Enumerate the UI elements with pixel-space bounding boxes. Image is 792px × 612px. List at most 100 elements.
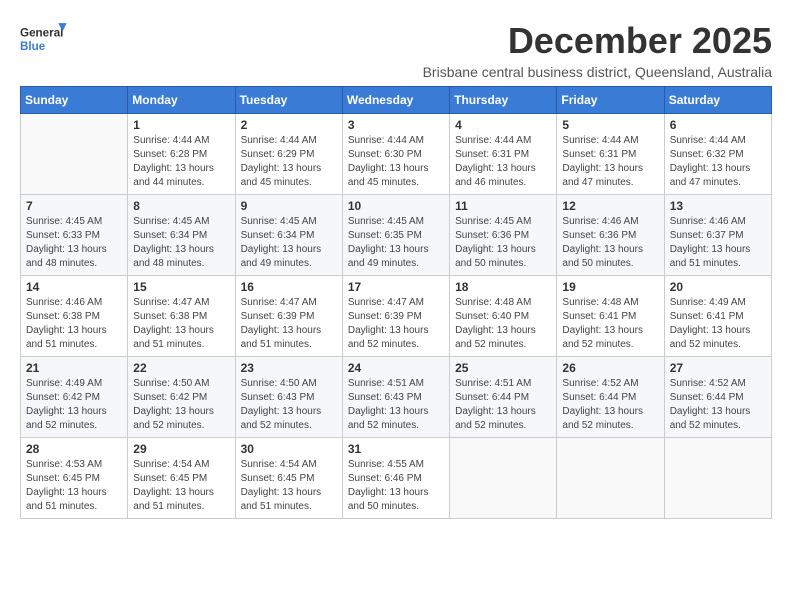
weekday-header-sunday: Sunday bbox=[21, 87, 128, 114]
day-number: 7 bbox=[26, 199, 122, 213]
calendar-cell: 6 Sunrise: 4:44 AMSunset: 6:32 PMDaylight… bbox=[664, 114, 771, 195]
day-number: 21 bbox=[26, 361, 122, 375]
day-number: 4 bbox=[455, 118, 551, 132]
day-number: 17 bbox=[348, 280, 444, 294]
calendar-cell: 5 Sunrise: 4:44 AMSunset: 6:31 PMDaylight… bbox=[557, 114, 664, 195]
day-info: Sunrise: 4:49 AMSunset: 6:41 PMDaylight:… bbox=[670, 296, 766, 352]
calendar-cell: 22 Sunrise: 4:50 AMSunset: 6:42 PMDayligh… bbox=[128, 357, 235, 438]
calendar-cell: 8 Sunrise: 4:45 AMSunset: 6:34 PMDaylight… bbox=[128, 195, 235, 276]
calendar-cell: 2 Sunrise: 4:44 AMSunset: 6:29 PMDaylight… bbox=[235, 114, 342, 195]
month-title: December 2025 bbox=[423, 20, 772, 62]
calendar-cell: 12 Sunrise: 4:46 AMSunset: 6:36 PMDayligh… bbox=[557, 195, 664, 276]
calendar-cell: 20Sunrise: 4:49 AMSunset: 6:41 PMDayligh… bbox=[664, 276, 771, 357]
day-number: 6 bbox=[670, 118, 766, 132]
calendar-cell: 14 Sunrise: 4:46 AMSunset: 6:38 PMDayligh… bbox=[21, 276, 128, 357]
calendar-week-3: 14 Sunrise: 4:46 AMSunset: 6:38 PMDayligh… bbox=[21, 276, 772, 357]
calendar-cell: 11 Sunrise: 4:45 AMSunset: 6:36 PMDayligh… bbox=[450, 195, 557, 276]
day-info: Sunrise: 4:47 AMSunset: 6:39 PMDaylight:… bbox=[348, 296, 444, 352]
day-number: 9 bbox=[241, 199, 337, 213]
day-number: 23 bbox=[241, 361, 337, 375]
svg-text:General: General bbox=[20, 27, 63, 40]
location-subtitle: Brisbane central business district, Quee… bbox=[423, 64, 772, 80]
day-number: 25 bbox=[455, 361, 551, 375]
day-info: Sunrise: 4:44 AMSunset: 6:28 PMDaylight:… bbox=[133, 134, 229, 190]
day-info: Sunrise: 4:54 AMSunset: 6:45 PMDaylight:… bbox=[241, 458, 337, 514]
day-number: 10 bbox=[348, 199, 444, 213]
day-info: Sunrise: 4:45 AMSunset: 6:34 PMDaylight:… bbox=[133, 215, 229, 271]
calendar-cell: 4 Sunrise: 4:44 AMSunset: 6:31 PMDaylight… bbox=[450, 114, 557, 195]
day-info: Sunrise: 4:53 AMSunset: 6:45 PMDaylight:… bbox=[26, 458, 122, 514]
day-info: Sunrise: 4:50 AMSunset: 6:42 PMDaylight:… bbox=[133, 377, 229, 433]
day-number: 24 bbox=[348, 361, 444, 375]
day-info: Sunrise: 4:46 AMSunset: 6:37 PMDaylight:… bbox=[670, 215, 766, 271]
day-info: Sunrise: 4:46 AMSunset: 6:38 PMDaylight:… bbox=[26, 296, 122, 352]
weekday-header-thursday: Thursday bbox=[450, 87, 557, 114]
calendar-cell: 24Sunrise: 4:51 AMSunset: 6:43 PMDayligh… bbox=[342, 357, 449, 438]
calendar-cell: 26Sunrise: 4:52 AMSunset: 6:44 PMDayligh… bbox=[557, 357, 664, 438]
day-number: 19 bbox=[562, 280, 658, 294]
day-info: Sunrise: 4:44 AMSunset: 6:30 PMDaylight:… bbox=[348, 134, 444, 190]
calendar-cell: 18 Sunrise: 4:48 AMSunset: 6:40 PMDayligh… bbox=[450, 276, 557, 357]
weekday-header-saturday: Saturday bbox=[664, 87, 771, 114]
calendar-cell: 10 Sunrise: 4:45 AMSunset: 6:35 PMDayligh… bbox=[342, 195, 449, 276]
weekday-header-tuesday: Tuesday bbox=[235, 87, 342, 114]
day-number: 15 bbox=[133, 280, 229, 294]
calendar-week-2: 7 Sunrise: 4:45 AMSunset: 6:33 PMDaylight… bbox=[21, 195, 772, 276]
day-info: Sunrise: 4:44 AMSunset: 6:32 PMDaylight:… bbox=[670, 134, 766, 190]
calendar-cell: 29 Sunrise: 4:54 AMSunset: 6:45 PMDayligh… bbox=[128, 438, 235, 519]
day-info: Sunrise: 4:47 AMSunset: 6:39 PMDaylight:… bbox=[241, 296, 337, 352]
calendar-cell bbox=[557, 438, 664, 519]
day-info: Sunrise: 4:52 AMSunset: 6:44 PMDaylight:… bbox=[562, 377, 658, 433]
day-number: 28 bbox=[26, 442, 122, 456]
day-info: Sunrise: 4:49 AMSunset: 6:42 PMDaylight:… bbox=[26, 377, 122, 433]
calendar-cell: 28 Sunrise: 4:53 AMSunset: 6:45 PMDayligh… bbox=[21, 438, 128, 519]
calendar-cell: 19 Sunrise: 4:48 AMSunset: 6:41 PMDayligh… bbox=[557, 276, 664, 357]
day-number: 1 bbox=[133, 118, 229, 132]
day-number: 30 bbox=[241, 442, 337, 456]
day-number: 2 bbox=[241, 118, 337, 132]
day-info: Sunrise: 4:50 AMSunset: 6:43 PMDaylight:… bbox=[241, 377, 337, 433]
day-info: Sunrise: 4:48 AMSunset: 6:40 PMDaylight:… bbox=[455, 296, 551, 352]
day-info: Sunrise: 4:44 AMSunset: 6:31 PMDaylight:… bbox=[562, 134, 658, 190]
page-header: General Blue December 2025 Brisbane cent… bbox=[20, 20, 772, 80]
calendar-cell: 1 Sunrise: 4:44 AMSunset: 6:28 PMDaylight… bbox=[128, 114, 235, 195]
day-number: 8 bbox=[133, 199, 229, 213]
day-number: 14 bbox=[26, 280, 122, 294]
calendar-week-1: 1 Sunrise: 4:44 AMSunset: 6:28 PMDaylight… bbox=[21, 114, 772, 195]
calendar-cell: 13Sunrise: 4:46 AMSunset: 6:37 PMDayligh… bbox=[664, 195, 771, 276]
day-info: Sunrise: 4:45 AMSunset: 6:33 PMDaylight:… bbox=[26, 215, 122, 271]
day-number: 31 bbox=[348, 442, 444, 456]
day-number: 12 bbox=[562, 199, 658, 213]
weekday-header-friday: Friday bbox=[557, 87, 664, 114]
day-number: 3 bbox=[348, 118, 444, 132]
calendar-cell: 23 Sunrise: 4:50 AMSunset: 6:43 PMDayligh… bbox=[235, 357, 342, 438]
calendar-cell: 15 Sunrise: 4:47 AMSunset: 6:38 PMDayligh… bbox=[128, 276, 235, 357]
calendar-cell: 3 Sunrise: 4:44 AMSunset: 6:30 PMDaylight… bbox=[342, 114, 449, 195]
calendar-cell: 16 Sunrise: 4:47 AMSunset: 6:39 PMDayligh… bbox=[235, 276, 342, 357]
calendar-week-5: 28 Sunrise: 4:53 AMSunset: 6:45 PMDayligh… bbox=[21, 438, 772, 519]
day-info: Sunrise: 4:54 AMSunset: 6:45 PMDaylight:… bbox=[133, 458, 229, 514]
day-number: 22 bbox=[133, 361, 229, 375]
day-number: 18 bbox=[455, 280, 551, 294]
calendar-cell bbox=[21, 114, 128, 195]
calendar-cell: 21 Sunrise: 4:49 AMSunset: 6:42 PMDayligh… bbox=[21, 357, 128, 438]
day-number: 5 bbox=[562, 118, 658, 132]
calendar-cell: 9 Sunrise: 4:45 AMSunset: 6:34 PMDaylight… bbox=[235, 195, 342, 276]
day-info: Sunrise: 4:48 AMSunset: 6:41 PMDaylight:… bbox=[562, 296, 658, 352]
day-number: 11 bbox=[455, 199, 551, 213]
day-info: Sunrise: 4:45 AMSunset: 6:35 PMDaylight:… bbox=[348, 215, 444, 271]
day-info: Sunrise: 4:45 AMSunset: 6:34 PMDaylight:… bbox=[241, 215, 337, 271]
day-info: Sunrise: 4:46 AMSunset: 6:36 PMDaylight:… bbox=[562, 215, 658, 271]
calendar-cell: 7 Sunrise: 4:45 AMSunset: 6:33 PMDaylight… bbox=[21, 195, 128, 276]
day-info: Sunrise: 4:47 AMSunset: 6:38 PMDaylight:… bbox=[133, 296, 229, 352]
day-number: 16 bbox=[241, 280, 337, 294]
day-info: Sunrise: 4:44 AMSunset: 6:31 PMDaylight:… bbox=[455, 134, 551, 190]
calendar-cell: 30 Sunrise: 4:54 AMSunset: 6:45 PMDayligh… bbox=[235, 438, 342, 519]
day-number: 29 bbox=[133, 442, 229, 456]
day-info: Sunrise: 4:44 AMSunset: 6:29 PMDaylight:… bbox=[241, 134, 337, 190]
weekday-header-wednesday: Wednesday bbox=[342, 87, 449, 114]
day-info: Sunrise: 4:45 AMSunset: 6:36 PMDaylight:… bbox=[455, 215, 551, 271]
svg-text:Blue: Blue bbox=[20, 40, 46, 53]
title-area: December 2025 Brisbane central business … bbox=[423, 20, 772, 80]
day-info: Sunrise: 4:52 AMSunset: 6:44 PMDaylight:… bbox=[670, 377, 766, 433]
